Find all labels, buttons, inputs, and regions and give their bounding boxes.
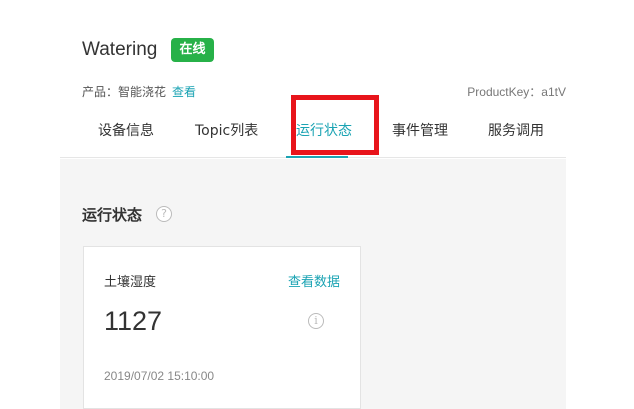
product-info: 产品：智能浇花 查看 <box>82 83 196 100</box>
red-highlight-box <box>291 95 379 155</box>
product-key: ProductKey：a1tV <box>467 85 566 99</box>
property-value: 1127 <box>104 306 163 336</box>
product-label: 产品：智能浇花 <box>82 85 167 99</box>
tab-event-management[interactable]: 事件管理 <box>392 120 448 140</box>
property-timestamp: 2019/07/02 15:10:00 <box>104 369 215 383</box>
info-icon[interactable]: i <box>308 313 324 329</box>
online-status-badge: 在线 <box>171 38 214 62</box>
view-product-link[interactable]: 查看 <box>172 85 196 99</box>
tab-device-info[interactable]: 设备信息 <box>98 120 154 140</box>
running-status-panel: 运行状态 ? 土壤湿度 查看数据 1127 i 2019/07/02 15:10… <box>60 159 566 409</box>
tab-topic-list[interactable]: Topic列表 <box>195 120 258 140</box>
property-label: 土壤湿度 <box>104 275 157 290</box>
help-icon[interactable]: ? <box>156 206 172 222</box>
active-tab-indicator <box>286 156 348 158</box>
property-card-soil-moisture: 土壤湿度 查看数据 1127 i 2019/07/02 15:10:00 <box>83 246 361 409</box>
device-detail-page: Watering 在线 产品：智能浇花 查看 ProductKey：a1tV 设备… <box>0 0 634 409</box>
view-data-link[interactable]: 查看数据 <box>288 271 340 290</box>
section-title: 运行状态 <box>82 206 143 224</box>
device-name: Watering <box>82 39 158 60</box>
tab-service-invocation[interactable]: 服务调用 <box>488 120 544 140</box>
